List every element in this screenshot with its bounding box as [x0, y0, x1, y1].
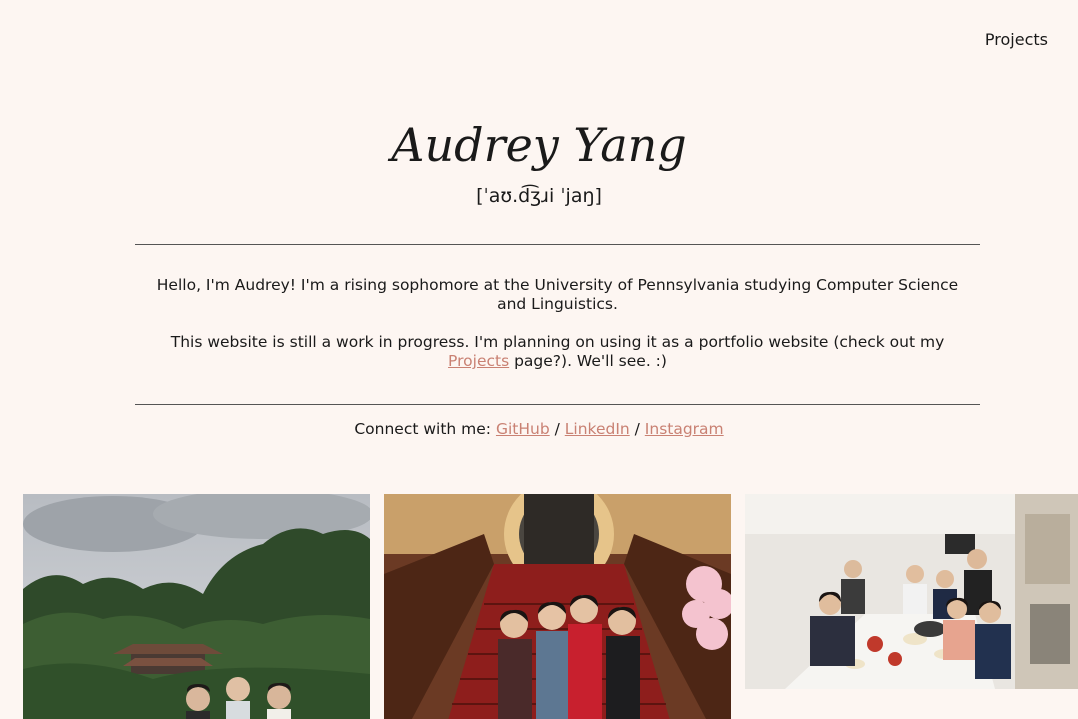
intro-paragraph-1: Hello, I'm Audrey! I'm a rising sophomor…: [156, 276, 959, 313]
connect-row: Connect with me: GitHub / LinkedIn / Ins…: [0, 420, 1078, 438]
pronunciation: [ˈaʊ.d͡ʒɹi ˈjaŋ]: [476, 185, 602, 208]
linkedin-link[interactable]: LinkedIn: [565, 420, 630, 438]
photo-garden-group: [23, 494, 370, 719]
divider-top: [135, 244, 980, 245]
projects-inline-link[interactable]: Projects: [448, 352, 509, 370]
intro-text-after: page?). We'll see. :): [509, 352, 667, 370]
page: Projects Audrey Yang [ˈaʊ.d͡ʒɹi ˈjaŋ] He…: [0, 0, 1078, 719]
nav-projects-link[interactable]: Projects: [985, 30, 1048, 49]
photo-staircase-friends: [384, 494, 731, 719]
connect-label: Connect with me:: [354, 420, 496, 438]
github-link[interactable]: GitHub: [496, 420, 550, 438]
page-title: Audrey Yang: [391, 118, 687, 172]
intro: Hello, I'm Audrey! I'm a rising sophomor…: [145, 276, 970, 390]
header: Audrey Yang [ˈaʊ.d͡ʒɹi ˈjaŋ]: [0, 118, 1078, 207]
instagram-link[interactable]: Instagram: [645, 420, 724, 438]
intro-text-before: This website is still a work in progress…: [170, 333, 945, 351]
separator: /: [629, 420, 645, 438]
intro-paragraph-2: This website is still a work in progress…: [145, 333, 970, 371]
divider-bottom: [135, 404, 980, 405]
separator: /: [549, 420, 565, 438]
photo-dinner-group: [745, 494, 1078, 689]
